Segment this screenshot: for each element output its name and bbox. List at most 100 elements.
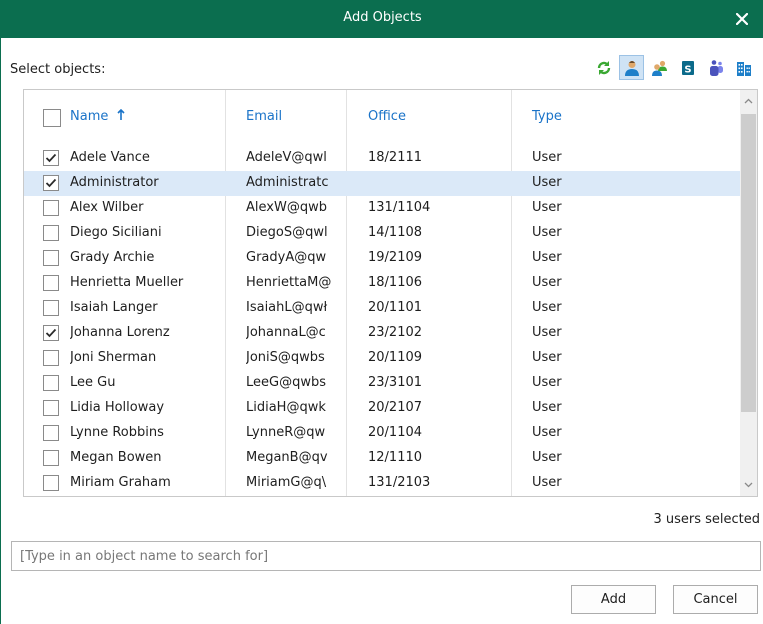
sharepoint-icon[interactable]: S (675, 55, 700, 80)
select-all-checkbox[interactable] (43, 109, 61, 127)
table-row[interactable]: Diego Siciliani DiegoS@qwl 14/1108 User (24, 221, 742, 246)
table-row[interactable]: Alex Wilber AlexW@qwb 131/1104 User (24, 196, 742, 221)
sort-up-arrow-icon (116, 108, 125, 125)
row-checkbox[interactable] (43, 200, 59, 216)
cell-email: JohannaL@c (246, 325, 326, 340)
cell-office: 19/2109 (368, 250, 423, 265)
cell-office: 23/3101 (368, 375, 423, 390)
table-row[interactable]: Megan Bowen MeganB@qv 12/1110 User (24, 446, 742, 471)
cell-type: User (532, 250, 562, 265)
row-checkbox[interactable] (43, 225, 59, 241)
row-checkbox[interactable] (43, 300, 59, 316)
cell-office: 20/1104 (368, 425, 423, 440)
add-objects-dialog: Add Objects Select objects: S Name Email… (0, 0, 763, 624)
row-checkbox[interactable] (43, 275, 59, 291)
scroll-up-icon[interactable] (740, 92, 757, 110)
grid-header: Name Email Office Type (24, 90, 742, 146)
cell-type: User (532, 175, 562, 190)
column-header-email[interactable]: Email (246, 109, 282, 124)
vertical-scrollbar[interactable] (740, 90, 757, 496)
table-row[interactable]: Lidia Holloway LidiaH@qwk 20/2107 User (24, 396, 742, 421)
row-checkbox[interactable] (43, 350, 59, 366)
column-header-name[interactable]: Name (70, 108, 125, 125)
row-checkbox[interactable] (43, 175, 59, 191)
cell-type: User (532, 225, 562, 240)
cell-name: Lidia Holloway (70, 400, 165, 415)
cell-office: 131/1104 (368, 200, 431, 215)
row-checkbox[interactable] (43, 425, 59, 441)
cell-email: Administratc (246, 175, 329, 190)
column-header-office[interactable]: Office (368, 109, 406, 124)
table-row[interactable]: Miriam Graham MiriamG@q\ 131/2103 User (24, 471, 742, 496)
cell-office: 18/1106 (368, 275, 423, 290)
row-checkbox[interactable] (43, 325, 59, 341)
cell-name: Administrator (70, 175, 159, 190)
cell-office: 20/2107 (368, 400, 423, 415)
checkmark-icon (45, 328, 57, 338)
cell-name: Lee Gu (70, 375, 116, 390)
table-row[interactable]: Lynne Robbins LynneR@qw 20/1104 User (24, 421, 742, 446)
select-objects-label: Select objects: (10, 62, 106, 77)
scrollbar-thumb[interactable] (741, 114, 756, 412)
table-row[interactable]: Lee Gu LeeG@qwbs 23/3101 User (24, 371, 742, 396)
selection-status: 3 users selected (653, 512, 760, 527)
cell-office: 14/1108 (368, 225, 423, 240)
table-row[interactable]: Joni Sherman JoniS@qwbs 20/1109 User (24, 346, 742, 371)
cell-email: MiriamG@q\ (246, 475, 327, 490)
cell-type: User (532, 275, 562, 290)
cell-email: LeeG@qwbs (246, 375, 326, 390)
table-row[interactable]: Isaiah Langer IsaiahL@qwł 20/1101 User (24, 296, 742, 321)
cell-type: User (532, 350, 562, 365)
refresh-icon[interactable] (591, 55, 616, 80)
cell-type: User (532, 300, 562, 315)
search-input[interactable] (11, 541, 761, 571)
cell-type: User (532, 475, 562, 490)
row-checkbox[interactable] (43, 250, 59, 266)
cell-email: AlexW@qwb (246, 200, 327, 215)
cell-email: LynneR@qw (246, 425, 326, 440)
table-row[interactable]: Adele Vance AdeleV@qwl 18/2111 User (24, 146, 742, 171)
table-row[interactable]: Grady Archie GradyA@qw 19/2109 User (24, 246, 742, 271)
close-icon[interactable] (728, 5, 756, 33)
cell-type: User (532, 200, 562, 215)
row-checkbox[interactable] (43, 450, 59, 466)
object-type-toolbar: S (591, 55, 756, 80)
cell-email: DiegoS@qwl (246, 225, 328, 240)
cell-name: Henrietta Mueller (70, 275, 184, 290)
user-icon[interactable] (619, 55, 644, 80)
table-row[interactable]: Henrietta Mueller HenriettaM@ 18/1106 User (24, 271, 742, 296)
cell-name: Grady Archie (70, 250, 155, 265)
cell-type: User (532, 375, 562, 390)
row-checkbox[interactable] (43, 375, 59, 391)
cell-type: User (532, 450, 562, 465)
cell-office: 23/2102 (368, 325, 423, 340)
svg-text:S: S (684, 64, 691, 75)
teams-icon[interactable] (703, 55, 728, 80)
cell-name: Diego Siciliani (70, 225, 162, 240)
table-row[interactable]: Johanna Lorenz JohannaL@c 23/2102 User (24, 321, 742, 346)
cell-office: 12/1110 (368, 450, 423, 465)
row-checkbox[interactable] (43, 150, 59, 166)
cell-type: User (532, 150, 562, 165)
cell-email: LidiaH@qwk (246, 400, 326, 415)
cell-name: Isaiah Langer (70, 300, 158, 315)
add-button[interactable]: Add (571, 585, 656, 614)
cancel-button[interactable]: Cancel (673, 585, 758, 614)
checkmark-icon (45, 178, 57, 188)
column-header-name-label: Name (70, 109, 109, 124)
cell-email: IsaiahL@qwł (246, 300, 328, 315)
column-header-type[interactable]: Type (532, 109, 562, 124)
cell-name: Joni Sherman (70, 350, 157, 365)
cell-name: Megan Bowen (70, 450, 162, 465)
title-bar: Add Objects (1, 0, 763, 38)
group-icon[interactable] (647, 55, 672, 80)
row-checkbox[interactable] (43, 400, 59, 416)
table-row[interactable]: Administrator Administratc User (24, 171, 742, 196)
row-checkbox[interactable] (43, 475, 59, 491)
organization-icon[interactable] (731, 55, 756, 80)
cell-type: User (532, 425, 562, 440)
cell-office: 20/1109 (368, 350, 423, 365)
cell-type: User (532, 400, 562, 415)
cell-name: Adele Vance (70, 150, 150, 165)
scroll-down-icon[interactable] (740, 476, 757, 494)
